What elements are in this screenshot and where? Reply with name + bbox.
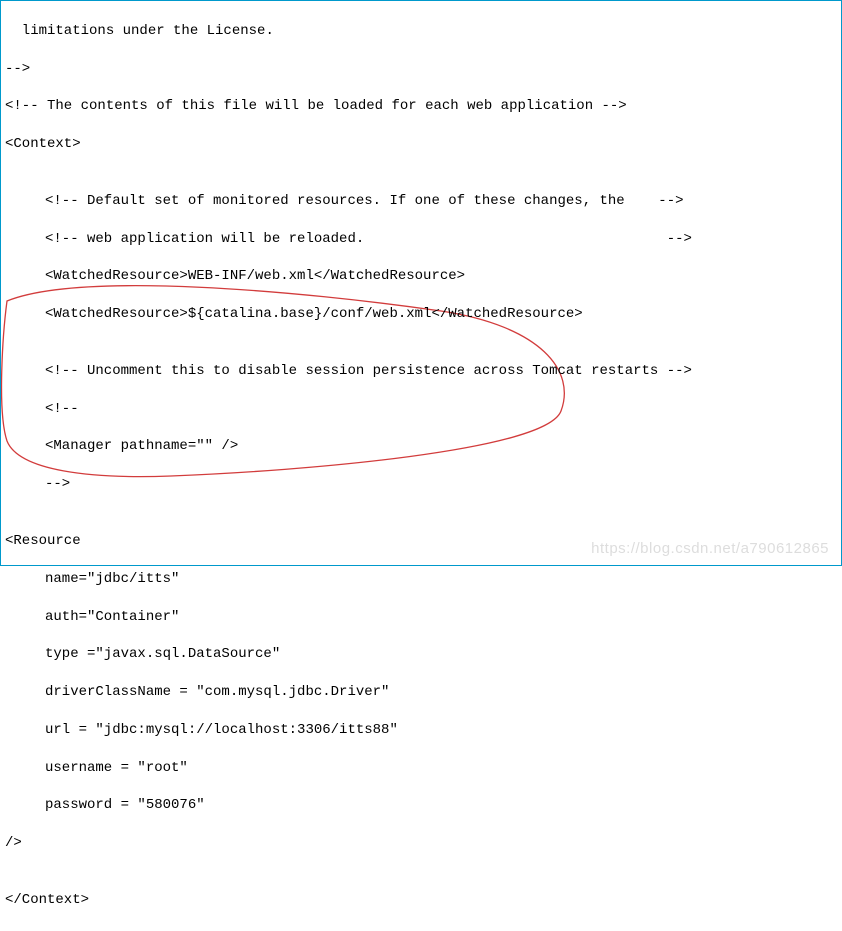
code-line: <WatchedResource>${catalina.base}/conf/w… [5,305,837,324]
code-line: <!-- The contents of this file will be l… [5,97,837,116]
code-line: <!-- Default set of monitored resources.… [5,192,837,211]
resource-attr-password: password = "580076" [5,796,837,815]
resource-attr-auth: auth="Container" [5,608,837,627]
context-close-tag: </Context> [5,891,837,910]
code-line: <Context> [5,135,837,154]
resource-attr-type: type ="javax.sql.DataSource" [5,645,837,664]
watermark-text: https://blog.csdn.net/a790612865 [591,539,829,559]
code-line: <!-- [5,400,837,419]
code-line: <!-- web application will be reloaded. -… [5,230,837,249]
code-line: <!-- Uncomment this to disable session p… [5,362,837,381]
resource-attr-url: url = "jdbc:mysql://localhost:3306/itts8… [5,721,837,740]
code-line: --> [5,60,837,79]
xml-code-block: limitations under the License. --> <!-- … [1,1,841,931]
code-line: limitations under the License. [5,22,837,41]
code-line: <WatchedResource>WEB-INF/web.xml</Watche… [5,267,837,286]
code-line: <Manager pathname="" /> [5,437,837,456]
resource-attr-name: name="jdbc/itts" [5,570,837,589]
code-line: --> [5,475,837,494]
resource-attr-username: username = "root" [5,759,837,778]
resource-attr-driver: driverClassName = "com.mysql.jdbc.Driver… [5,683,837,702]
resource-close-tag: /> [5,834,837,853]
